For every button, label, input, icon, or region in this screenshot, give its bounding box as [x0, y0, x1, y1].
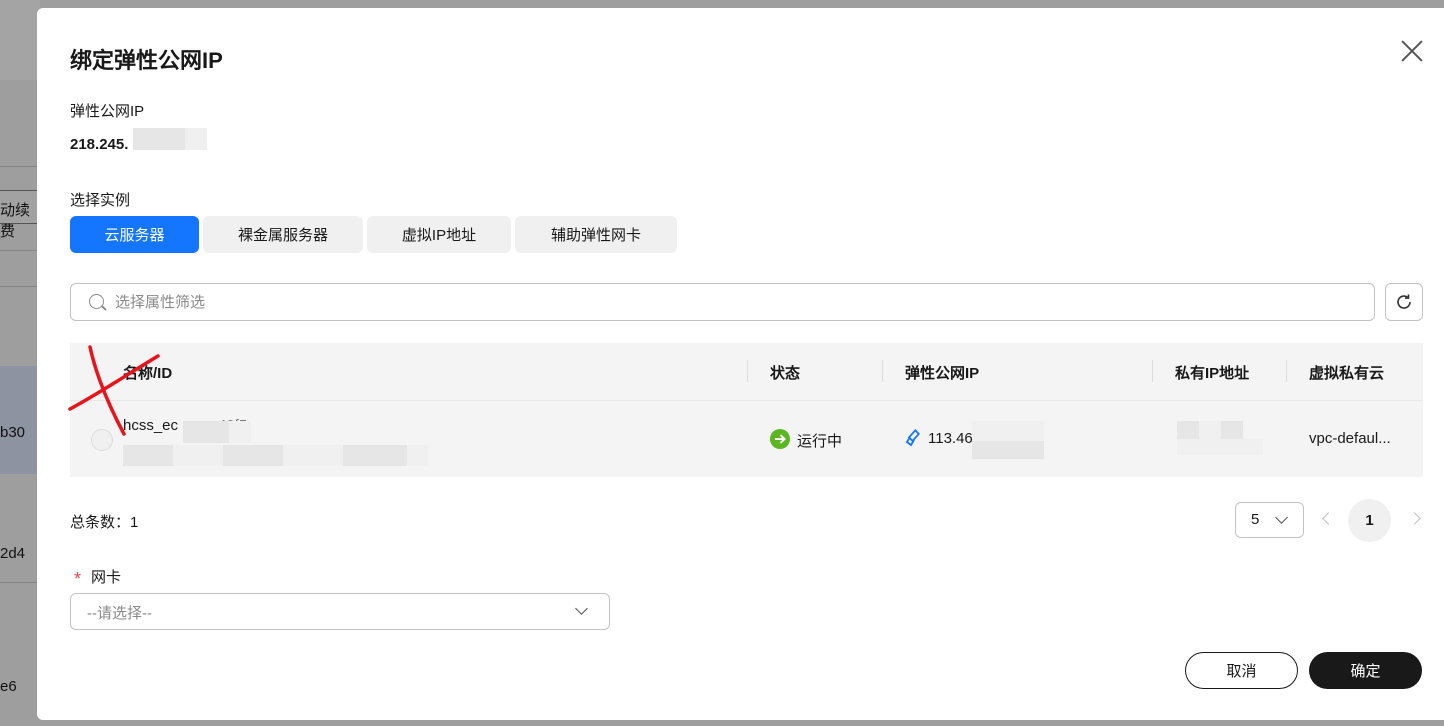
- search-input[interactable]: [115, 284, 1355, 320]
- link-icon: [905, 428, 921, 447]
- instance-label: 选择实例: [70, 192, 131, 209]
- redacted-block: [972, 441, 1044, 459]
- tab-bare-metal-server[interactable]: 裸金属服务器: [203, 216, 363, 253]
- instance-type-tabs: 云服务器 裸金属服务器 虚拟IP地址 辅助弹性网卡: [70, 216, 677, 253]
- background-divider: [0, 166, 40, 167]
- background-header: [0, 0, 40, 80]
- nic-select[interactable]: --请选择--: [70, 593, 610, 630]
- background-divider: [0, 250, 40, 251]
- dialog-title: 绑定弹性公网IP: [70, 48, 223, 73]
- instance-eip: 113.46: [928, 430, 973, 447]
- search-icon: [89, 294, 104, 309]
- column-header-status: 状态: [770, 365, 801, 382]
- background-text: e6: [0, 678, 17, 695]
- total-value: 1: [130, 514, 139, 531]
- instance-vpc[interactable]: vpc-defaul...: [1309, 430, 1391, 447]
- redacted-block: [343, 445, 407, 466]
- redacted-block: [972, 421, 1044, 441]
- cancel-button[interactable]: 取消: [1185, 652, 1298, 689]
- redacted-block: [133, 128, 185, 150]
- chevron-down-icon: [1275, 511, 1288, 524]
- redacted-block: [183, 421, 229, 443]
- background-text: 动续费: [0, 202, 31, 240]
- refresh-button[interactable]: [1385, 283, 1423, 321]
- tab-cloud-server[interactable]: 云服务器: [70, 216, 199, 253]
- column-header-eip: 弹性公网IP: [905, 365, 980, 382]
- eip-label: 弹性公网IP: [70, 103, 145, 120]
- close-icon[interactable]: [1399, 38, 1425, 64]
- background-text: b30: [0, 424, 26, 441]
- bind-eip-dialog: 绑定弹性公网IP 弹性公网IP 218.245. 选择实例 云服务器 裸金属服务…: [37, 8, 1444, 720]
- redacted-block: [1199, 421, 1221, 439]
- running-status-icon: [770, 429, 790, 449]
- required-mark: *: [74, 569, 82, 589]
- page-size-value: 5: [1251, 511, 1260, 528]
- redacted-block: [283, 445, 343, 466]
- search-box: [70, 283, 1375, 321]
- background-selected-row: [0, 366, 40, 474]
- column-separator: [1286, 360, 1287, 382]
- page-number-current[interactable]: 1: [1348, 499, 1391, 542]
- column-header-vpc: 虚拟私有云: [1309, 365, 1385, 382]
- eip-value: 218.245.: [70, 136, 129, 153]
- redacted-block: [1221, 421, 1243, 439]
- column-separator: [882, 360, 883, 382]
- refresh-icon: [1397, 294, 1411, 309]
- table-row[interactable]: hcss_ec 40f5 运行中 113.46 vpc-defaul...: [70, 400, 1423, 477]
- redacted-block: [229, 421, 251, 443]
- redacted-block: [223, 445, 283, 466]
- redacted-block: [1177, 421, 1199, 439]
- next-page-button[interactable]: [1411, 513, 1421, 523]
- background-divider: [0, 582, 40, 583]
- column-separator: [747, 360, 748, 382]
- total-count: 总条数：1: [70, 511, 138, 532]
- table-header: 名称/ID 状态 弹性公网IP 私有IP地址 虚拟私有云: [70, 343, 1423, 400]
- red-cross-annotation: [68, 345, 160, 436]
- confirm-button[interactable]: 确定: [1309, 652, 1422, 689]
- background-divider: [0, 286, 40, 287]
- column-header-private-ip: 私有IP地址: [1175, 365, 1250, 382]
- instance-status: 运行中: [797, 433, 843, 450]
- background-text: 2d4: [0, 545, 26, 562]
- background-box: 动续费: [0, 190, 38, 240]
- total-label: 总条数：: [70, 514, 131, 531]
- tab-virtual-ip[interactable]: 虚拟IP地址: [367, 216, 511, 253]
- tab-secondary-eni[interactable]: 辅助弹性网卡: [515, 216, 677, 253]
- redacted-block: [185, 128, 207, 150]
- prev-page-button[interactable]: [1321, 513, 1331, 523]
- redacted-block: [173, 445, 223, 466]
- nic-label: 网卡: [91, 569, 122, 586]
- redacted-block: [123, 445, 173, 466]
- redacted-block: [1177, 439, 1263, 455]
- column-separator: [1152, 360, 1153, 382]
- chevron-down-icon: [575, 602, 588, 615]
- nic-select-placeholder: --请选择--: [87, 605, 152, 622]
- redacted-block: [407, 445, 428, 466]
- page-size-select[interactable]: 5: [1235, 502, 1304, 538]
